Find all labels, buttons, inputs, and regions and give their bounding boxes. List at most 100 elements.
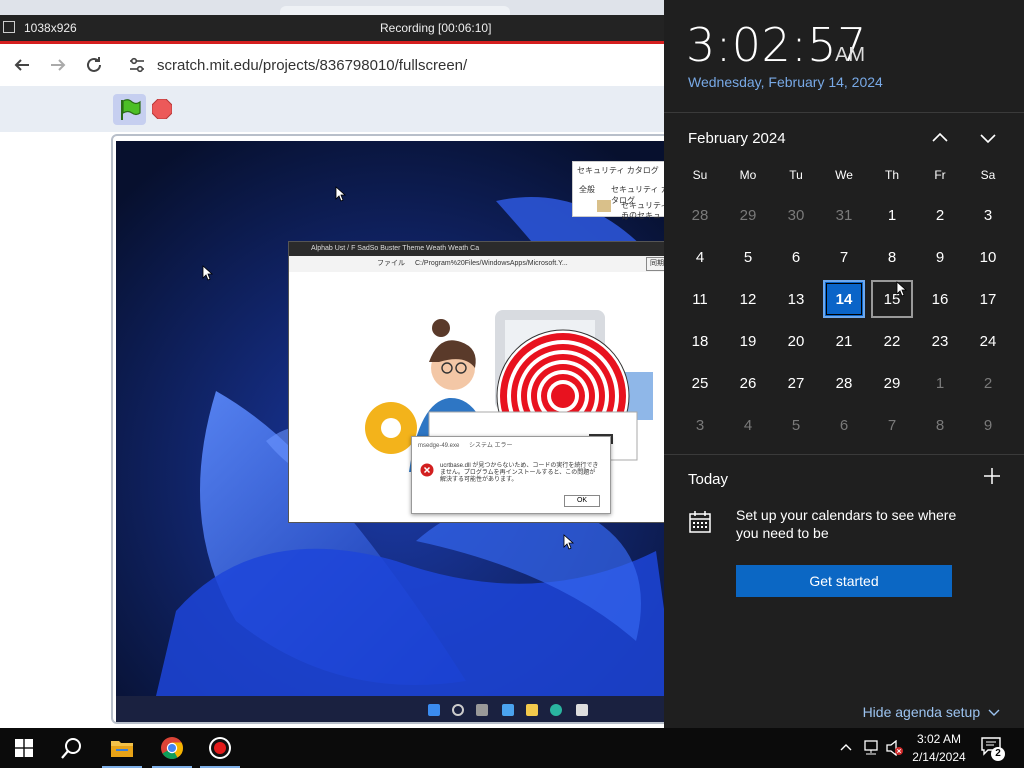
calendar-day[interactable]: 29 (868, 362, 916, 404)
month-label[interactable]: February 2024 (688, 130, 786, 147)
calendar-day[interactable]: 28 (676, 194, 724, 236)
hide-agenda-link[interactable]: Hide agenda setup (863, 704, 1000, 720)
calendar-day[interactable]: 10 (964, 236, 1012, 278)
hide-agenda-label: Hide agenda setup (862, 704, 981, 720)
mouse-cursor-icon (202, 265, 214, 281)
error-x-icon (420, 463, 434, 477)
scratch-stage[interactable]: セキュリティ カタログ 全般 セキュリティ カタログ セキュリティ カ このセキ… (116, 141, 664, 722)
calendar-grid: 28 29 30 31 1 2 3 4 5 6 7 8 9 10 11 12 13 14 15 16 17 18 19 20 2… (676, 194, 1012, 446)
error-message: ucrtbase.dll が見つからないため、コードの実行を続行できません。プロ… (440, 463, 599, 483)
mouse-cursor-icon (563, 534, 575, 550)
notification-center-icon[interactable]: 2 (980, 736, 1006, 761)
calendar-day[interactable]: 17 (964, 278, 1012, 320)
volume-muted-icon[interactable] (886, 740, 904, 756)
notification-count-badge: 2 (991, 747, 1005, 761)
calendar-day[interactable]: 4 (724, 404, 772, 446)
stop-sign-icon[interactable] (152, 99, 172, 119)
file-explorer-icon[interactable] (98, 728, 146, 768)
calendar-day[interactable]: 20 (772, 320, 820, 362)
back-arrow-icon[interactable] (10, 53, 34, 77)
weekday-label: Sa (980, 168, 996, 182)
calendar-day[interactable]: 8 (916, 404, 964, 446)
dialog-text-line2: このセキュ (621, 211, 661, 220)
record-icon[interactable] (196, 728, 244, 768)
mini-explorer-icon (526, 704, 538, 716)
search-icon[interactable] (48, 728, 96, 768)
reload-icon[interactable] (82, 53, 106, 77)
weekday-label: Tu (789, 168, 803, 182)
calendar-day[interactable]: 5 (724, 236, 772, 278)
inner-url: C:/Program%20Files/WindowsApps/Microsoft… (414, 260, 568, 267)
calendar-day[interactable]: 27 (772, 362, 820, 404)
calendar-day[interactable]: 26 (724, 362, 772, 404)
calendar-day-today[interactable]: 14 (823, 280, 865, 318)
calendar-day[interactable]: 6 (772, 236, 820, 278)
calendar-flyout: 3:02:57 AM Wednesday, February 14, 2024 … (664, 0, 1024, 728)
calendar-day[interactable]: 18 (676, 320, 724, 362)
recording-bar: 1038x926 Recording [00:06:10] (0, 15, 664, 41)
calendar-day[interactable]: 9 (916, 236, 964, 278)
calendar-day[interactable]: 8 (868, 236, 916, 278)
calendar-day[interactable]: 3 (676, 404, 724, 446)
site-info-icon[interactable] (128, 57, 146, 73)
chevron-down-icon[interactable] (978, 128, 998, 148)
windows-taskbar: 3:02 AM 2/14/2024 2 (0, 728, 1024, 768)
divider (664, 112, 1024, 113)
calendar-day[interactable]: 29 (724, 194, 772, 236)
calendar-day[interactable]: 7 (820, 236, 868, 278)
chevron-up-icon[interactable] (930, 128, 950, 148)
windows-start-icon[interactable] (0, 728, 48, 768)
calendar-day[interactable]: 12 (724, 278, 772, 320)
calendar-day[interactable]: 19 (724, 320, 772, 362)
calendar-day[interactable]: 23 (916, 320, 964, 362)
chrome-icon[interactable] (148, 728, 196, 768)
inner-edge-window: Alphab Ust / F SadSo Buster Theme Weath … (288, 241, 664, 523)
calendar-day[interactable]: 16 (916, 278, 964, 320)
calendar-day[interactable]: 21 (820, 320, 868, 362)
calendar-icon (689, 511, 711, 533)
calendar-day[interactable]: 5 (772, 404, 820, 446)
calendar-day[interactable]: 1 (916, 362, 964, 404)
network-icon[interactable] (862, 740, 880, 756)
taskbar-date[interactable]: 2/14/2024 (910, 750, 968, 764)
calendar-day[interactable]: 22 (868, 320, 916, 362)
calendar-day[interactable]: 28 (820, 362, 868, 404)
calendar-day[interactable]: 9 (964, 404, 1012, 446)
calendar-day[interactable]: 25 (676, 362, 724, 404)
chevron-up-icon[interactable] (840, 742, 852, 752)
dialog-title: セキュリティ カタログ (577, 166, 659, 175)
add-event-icon[interactable] (982, 466, 1002, 486)
calendar-day[interactable]: 2 (916, 194, 964, 236)
dialog-tab-general: 全般 (579, 185, 595, 194)
calendar-day[interactable]: 24 (964, 320, 1012, 362)
calendar-day[interactable]: 2 (964, 362, 1012, 404)
calendar-day[interactable]: 30 (772, 194, 820, 236)
mini-widgets-icon (502, 704, 514, 716)
error-ok-button[interactable]: OK (564, 495, 600, 507)
mini-start-icon (428, 704, 440, 716)
calendar-day[interactable]: 6 (820, 404, 868, 446)
system-error-dialog: msedge-49.exe システム エラー ucrtbase.dll が見つか… (411, 436, 611, 514)
url-text: scratch.mit.edu/projects/836798010/fulls… (157, 57, 468, 74)
calendar-day[interactable]: 11 (676, 278, 724, 320)
taskbar-time[interactable]: 3:02 AM (912, 732, 966, 746)
calendar-day[interactable]: 15 (871, 280, 913, 318)
calendar-day[interactable]: 1 (868, 194, 916, 236)
weekday-label: We (835, 168, 853, 182)
security-catalog-dialog: セキュリティ カタログ 全般 セキュリティ カタログ セキュリティ カ このセキ… (572, 161, 664, 221)
url-field[interactable]: scratch.mit.edu/projects/836798010/fulls… (120, 50, 664, 80)
green-flag-icon (121, 99, 141, 120)
certificate-icon (597, 200, 611, 212)
get-started-button[interactable]: Get started (736, 565, 952, 597)
calendar-day[interactable]: 7 (868, 404, 916, 446)
clock-date-link[interactable]: Wednesday, February 14, 2024 (688, 74, 883, 90)
address-bar: scratch.mit.edu/projects/836798010/fulls… (0, 44, 664, 86)
forward-arrow-icon[interactable] (46, 53, 70, 77)
weekday-label: Fr (934, 168, 946, 182)
calendar-day[interactable]: 13 (772, 278, 820, 320)
green-flag-button[interactable] (113, 94, 146, 125)
browser-tab[interactable] (280, 6, 510, 15)
calendar-day[interactable]: 3 (964, 194, 1012, 236)
calendar-day[interactable]: 4 (676, 236, 724, 278)
calendar-day[interactable]: 31 (820, 194, 868, 236)
